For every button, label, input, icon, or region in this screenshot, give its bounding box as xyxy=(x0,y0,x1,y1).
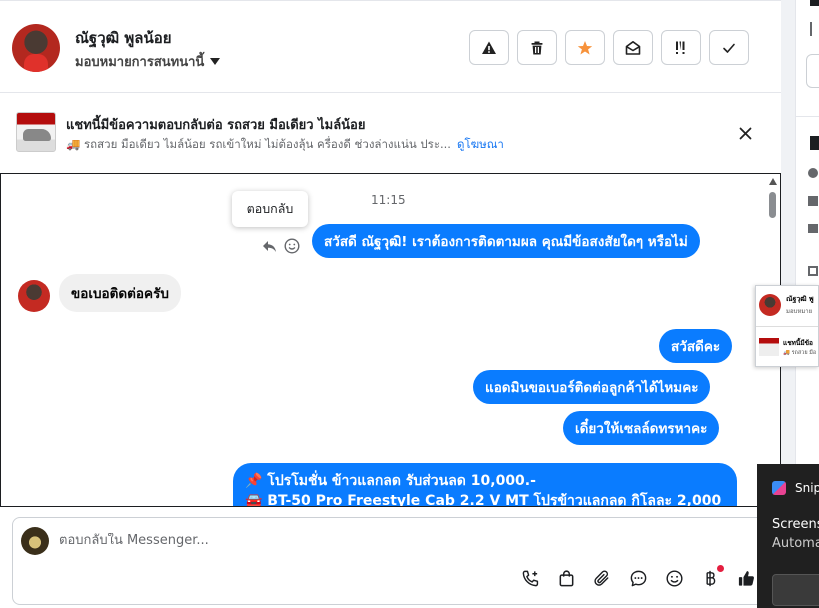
reply-tooltip: ตอบกลับ xyxy=(232,191,308,227)
shopping-bag-icon xyxy=(559,569,573,586)
baht-icon xyxy=(705,570,715,586)
thumb-avatar xyxy=(759,294,781,316)
message-composer xyxy=(12,517,780,605)
thumb-divider xyxy=(756,326,818,327)
smiley-icon xyxy=(284,238,300,254)
thumbs-up-icon xyxy=(738,570,754,586)
graduation-icon xyxy=(808,266,818,276)
scrollbar-thumb[interactable] xyxy=(769,192,776,218)
thumb-ad-title: แชทนี้มีข้อ xyxy=(783,339,813,347)
promo-message-bubble[interactable]: 📌 โปรโมชั่น ข้าวแลกลด รับส่วนลด 10,000.-… xyxy=(233,463,737,507)
snip-notification[interactable]: Snip Screens Automa xyxy=(757,464,819,608)
mark-done-button[interactable] xyxy=(709,30,749,65)
follow-up-button[interactable] xyxy=(661,30,701,65)
promo-line-1: 📌 โปรโมชั่น ข้าวแลกลด รับส่วนลด 10,000.- xyxy=(245,473,536,489)
message-bubble-incoming[interactable]: ขอเบอติดต่อครับ xyxy=(59,274,181,312)
message-bubble-outgoing[interactable]: สวัสดี ณัฐวุฒิ! เราต้องการติดตามผล คุณมี… xyxy=(312,224,700,258)
message-thread[interactable]: 11:15 ตอบกลับ สวัสดี ณัฐวุฒิ! เราต้องการ… xyxy=(0,173,781,507)
conversation-header: ณัฐวุฒิ พูลน้อย มอบหมายการสนทนานี้ xyxy=(0,1,781,93)
call-plus-icon xyxy=(522,570,538,586)
snip-action-button[interactable] xyxy=(772,574,819,606)
like-button[interactable] xyxy=(736,568,756,588)
chat-bubble-icon xyxy=(630,570,646,586)
check-icon xyxy=(723,43,735,53)
star-button[interactable] xyxy=(565,30,605,65)
call-button[interactable] xyxy=(520,568,540,588)
react-action-button[interactable] xyxy=(284,238,300,254)
thumb-name: ณัฐวุฒิ พู xyxy=(786,295,814,303)
caret-down-icon xyxy=(210,58,221,65)
clock-icon xyxy=(808,168,818,178)
exclamation-icon xyxy=(676,41,685,54)
sidebar-divider xyxy=(796,116,819,117)
thumb-ad-sub: 🚚 รถสวย มือ xyxy=(783,350,817,356)
ad-reply-banner: แชทนี้มีข้อความตอบกลับต่อ รถสวย มือเดียว… xyxy=(0,94,781,172)
message-bubble-outgoing[interactable]: สวัสดีคะ xyxy=(659,329,733,363)
screenshot-thumbnail-overlay[interactable]: ณัฐวุฒิ พู มอบหมาย แชทนี้มีข้อ 🚚 รถสวย ม… xyxy=(755,285,819,367)
star-icon xyxy=(577,40,593,54)
smiley-icon xyxy=(665,569,683,587)
snip-title: Snip xyxy=(795,481,819,495)
ad-description-text: 🚚 รถสวย มือเดียว ไมล์น้อย รถเข้าใหม่ ไม่… xyxy=(66,137,451,151)
ad-banner-description: 🚚 รถสวย มือเดียว ไมล์น้อย รถเข้าใหม่ ไม่… xyxy=(66,136,504,154)
payment-button[interactable] xyxy=(700,565,724,588)
ad-thumbnail xyxy=(16,112,56,152)
thumb-sub: มอบหมาย xyxy=(786,308,813,315)
message-timestamp: 11:15 xyxy=(371,193,406,207)
attach-button[interactable] xyxy=(592,568,612,588)
delete-button[interactable] xyxy=(517,30,557,65)
snip-app-icon xyxy=(772,481,786,495)
sidebar-heading-fragment xyxy=(810,0,819,6)
reply-input[interactable] xyxy=(59,533,659,548)
sidebar-button-fragment[interactable] xyxy=(806,54,819,88)
mark-unread-button[interactable] xyxy=(613,30,653,65)
warning-button[interactable] xyxy=(469,30,509,65)
warning-icon xyxy=(482,41,496,54)
sidebar-text-fragment xyxy=(810,22,819,36)
saved-replies-button[interactable] xyxy=(628,568,648,588)
thumbs-up-icon xyxy=(808,196,818,206)
message-bubble-outgoing[interactable]: แอดมินขอเบอร์ติดต่อลูกค้าได้ไหมคะ xyxy=(473,370,711,404)
contact-avatar-small xyxy=(18,280,50,312)
message-bubble-outgoing[interactable]: เดี๋ยวให้เซลล์ดทรหาคะ xyxy=(563,411,720,445)
reply-action-button[interactable] xyxy=(261,238,277,254)
promo-line-2: 🚘 BT-50 Pro Freestyle Cab 2.2 V MT โปรข้… xyxy=(245,493,722,507)
notification-dot xyxy=(717,565,724,572)
contact-name[interactable]: ณัฐวุฒิ พูลน้อย xyxy=(75,26,172,50)
thumb-ad-image xyxy=(759,338,779,356)
scroll-up-arrow-icon[interactable] xyxy=(769,178,777,185)
view-ad-link[interactable]: ดูโฆษณา xyxy=(457,137,504,151)
snip-message-line2: Automa xyxy=(772,536,819,551)
close-icon xyxy=(739,127,751,139)
trash-icon xyxy=(531,41,543,54)
reply-arrow-icon xyxy=(262,240,276,252)
emoji-button[interactable] xyxy=(664,568,684,588)
briefcase-icon xyxy=(808,224,818,233)
close-banner-button[interactable] xyxy=(736,124,754,142)
shop-button[interactable] xyxy=(556,568,576,588)
assign-conversation-dropdown[interactable]: มอบหมายการสนทนานี้ xyxy=(75,51,221,72)
assign-label: มอบหมายการสนทนานี้ xyxy=(75,55,205,70)
paperclip-icon xyxy=(593,569,608,586)
ad-banner-title: แชทนี้มีข้อความตอบกลับต่อ รถสวย มือเดียว… xyxy=(66,118,366,133)
contact-avatar[interactable] xyxy=(12,24,60,72)
chat-panel: ณัฐวุฒิ พูลน้อย มอบหมายการสนทนานี้ แชทนี… xyxy=(0,0,781,608)
snip-message-line1: Screens xyxy=(772,517,819,532)
page-avatar xyxy=(21,527,49,555)
envelope-open-icon xyxy=(625,40,641,55)
sidebar-heading-fragment xyxy=(810,136,819,150)
